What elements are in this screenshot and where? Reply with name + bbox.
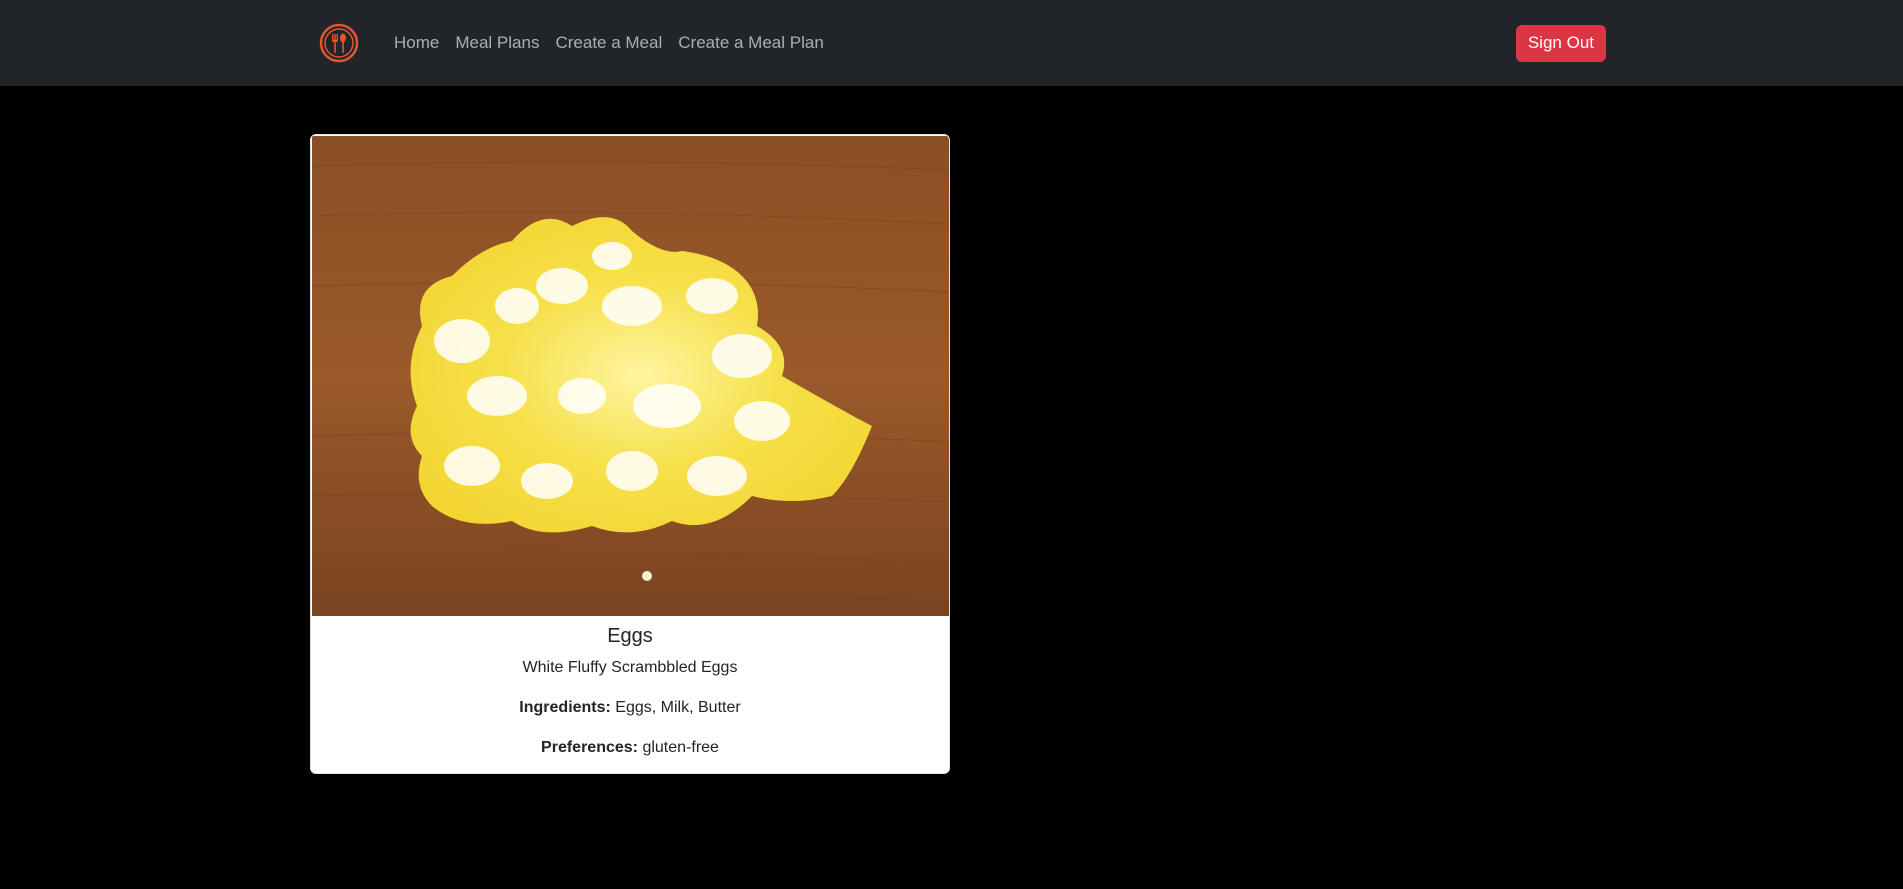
nav-link-meal-plans[interactable]: Meal Plans: [455, 33, 539, 53]
nav-link-home[interactable]: Home: [394, 33, 439, 53]
meal-image: [312, 136, 949, 616]
navbar-inner: Home Meal Plans Create a Meal Create a M…: [318, 0, 1606, 86]
meal-ingredients: Ingredients: Eggs, Milk, Butter: [311, 699, 949, 717]
navbar: Home Meal Plans Create a Meal Create a M…: [0, 0, 1903, 86]
meal-card[interactable]: Eggs White Fluffy Scrambbled Eggs Ingred…: [310, 134, 950, 774]
meal-description: White Fluffy Scrambbled Eggs: [522, 659, 738, 676]
nav-link-create-meal-plan[interactable]: Create a Meal Plan: [678, 33, 824, 53]
sign-out-button[interactable]: Sign Out: [1515, 24, 1606, 62]
ingredients-label: Ingredients:: [519, 699, 611, 716]
meal-title: Eggs: [607, 625, 653, 647]
preferences-value: gluten-free: [638, 739, 719, 756]
meal-preferences: Preferences: gluten-free: [311, 739, 949, 757]
preferences-label: Preferences:: [541, 739, 638, 756]
nav-links: Home Meal Plans Create a Meal Create a M…: [394, 33, 840, 53]
nav-link-create-meal[interactable]: Create a Meal: [555, 33, 662, 53]
ingredients-value: Eggs, Milk, Butter: [610, 699, 741, 716]
fork-spoon-logo-icon[interactable]: [318, 22, 360, 64]
